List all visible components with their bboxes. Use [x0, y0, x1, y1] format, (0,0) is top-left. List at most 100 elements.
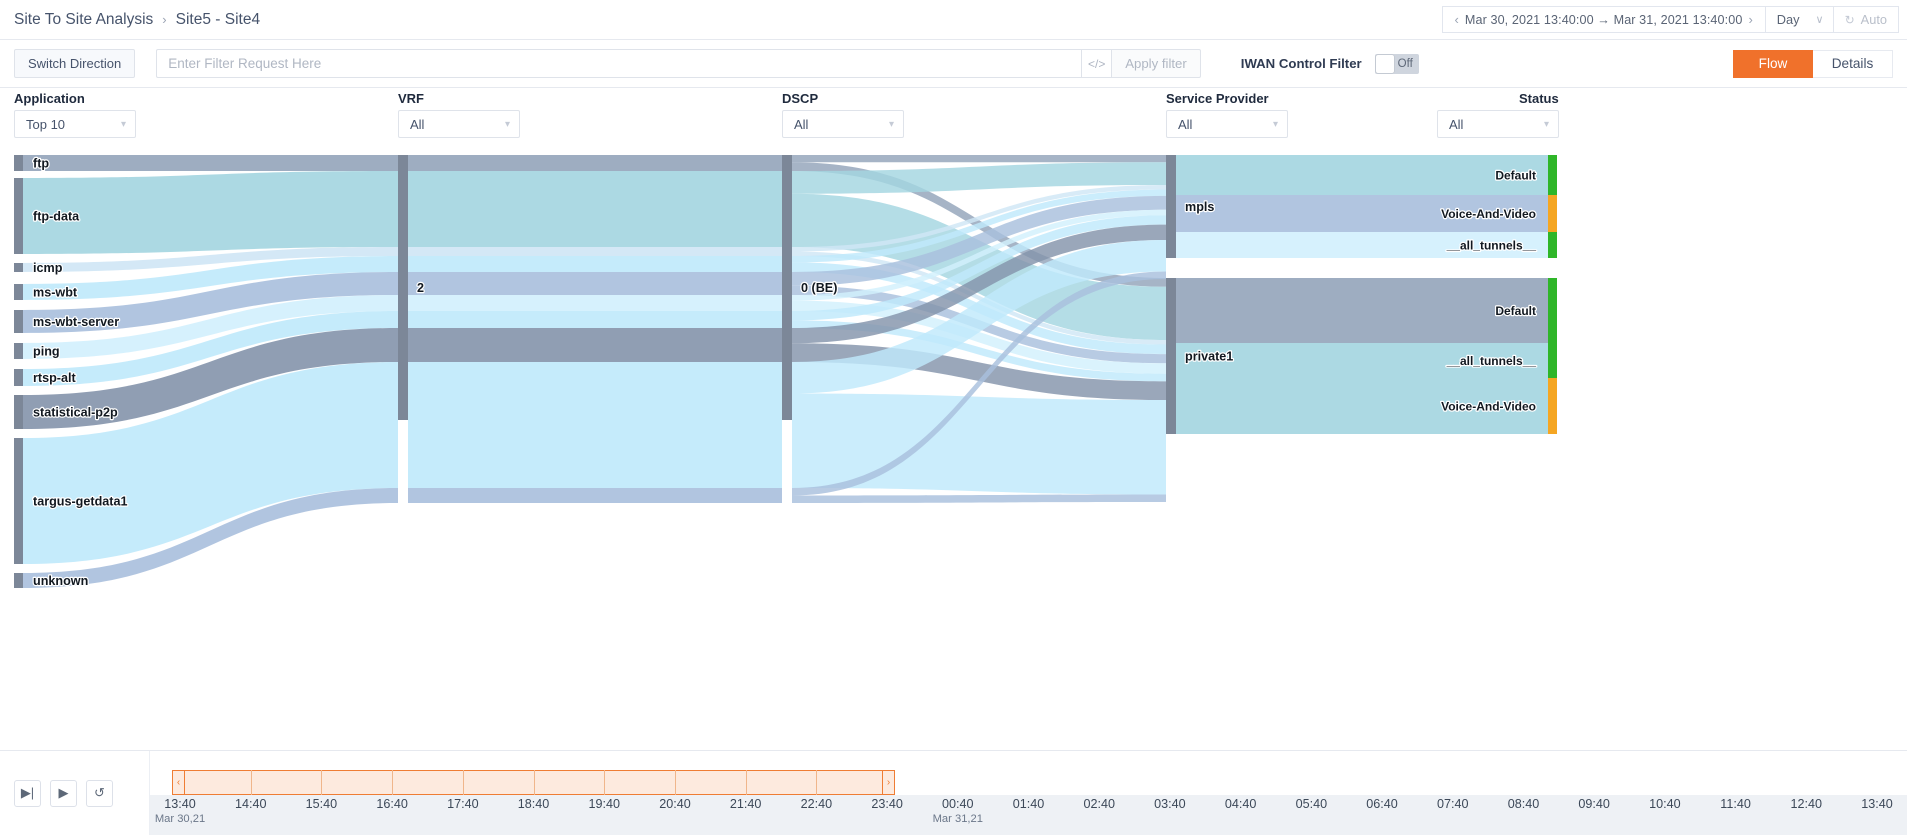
timeline-handle-right[interactable]: ›: [882, 770, 896, 795]
tab-details[interactable]: Details: [1813, 49, 1893, 78]
switch-direction-button[interactable]: Switch Direction: [14, 49, 136, 78]
sankey-node-label[interactable]: statistical-p2p: [32, 404, 119, 420]
toggle-knob: [1375, 54, 1394, 73]
breadcrumb-current[interactable]: Site5 - Site4: [176, 11, 260, 29]
service-provider-select[interactable]: All ▾: [1166, 110, 1288, 138]
timeline-tick-label: 05:40: [1295, 797, 1328, 811]
sankey-node-label[interactable]: ftp: [32, 155, 51, 171]
chevron-down-icon: ▾: [1543, 118, 1549, 130]
timeline-tick-label: 19:40: [588, 797, 621, 811]
sankey-status-label[interactable]: Default: [1494, 303, 1537, 319]
sankey-node-label[interactable]: rtsp-alt: [32, 370, 78, 386]
column-header-service-provider: Service Provider: [1166, 91, 1269, 106]
sankey-status-label[interactable]: __all_tunnels__: [1444, 353, 1537, 369]
status-select[interactable]: All ▾: [1437, 110, 1559, 138]
vrf-select-value: All: [410, 116, 425, 132]
timeline-gridline: [604, 770, 606, 795]
timeline-tick-label: 02:40: [1083, 797, 1115, 811]
timeline-gridline: [321, 770, 323, 795]
chevron-down-icon: ▾: [120, 118, 126, 130]
timeline-tick-label: 03:40: [1154, 797, 1186, 811]
iwan-control-filter-toggle[interactable]: Off: [1374, 53, 1419, 74]
auto-refresh-button[interactable]: ↻ Auto: [1832, 6, 1899, 33]
sankey-status-label[interactable]: Voice-And-Video: [1440, 398, 1537, 414]
timeline-gridline: [250, 770, 252, 795]
timeline-tick-label: 12:40: [1790, 797, 1823, 811]
range-prev-icon[interactable]: ‹: [1449, 12, 1465, 27]
timeline-tick-label: 23:40: [871, 797, 903, 811]
column-header-vrf: VRF: [398, 91, 424, 106]
sankey-node-label[interactable]: ms-wbt-server: [32, 314, 121, 330]
dscp-select[interactable]: All ▾: [782, 110, 904, 138]
sankey-node-label[interactable]: ms-wbt: [32, 284, 79, 300]
sankey-status-label[interactable]: __all_tunnels__: [1444, 237, 1537, 253]
date-range-text: Mar 30, 2021 13:40:00 → Mar 31, 2021 13:…: [1464, 12, 1743, 27]
tab-flow[interactable]: Flow: [1733, 49, 1813, 78]
view-switch: Flow Details: [1733, 49, 1893, 78]
chevron-down-icon: ∨: [1815, 14, 1824, 26]
sankey-node-label[interactable]: 0 (BE): [800, 280, 839, 296]
breadcrumb-root[interactable]: Site To Site Analysis: [14, 11, 153, 29]
sankey-node-label[interactable]: private1: [1184, 348, 1235, 364]
filter-bar: Switch Direction </> Apply filter IWAN C…: [0, 40, 1907, 88]
timeline-tick-label: 18:40: [517, 797, 550, 811]
timeline-tick-date: Mar 30,21: [154, 813, 206, 825]
sankey-node-label[interactable]: 2: [416, 280, 425, 296]
filter-request-input[interactable]: [156, 49, 1082, 78]
filter-input-group: </> Apply filter: [156, 49, 1201, 78]
sankey-node-label[interactable]: icmp: [32, 260, 64, 276]
timeline-gridline: [745, 770, 747, 795]
status-select-value: All: [1449, 116, 1464, 132]
timeline-tick-label: 13:40: [164, 797, 196, 811]
timeline-tick-label: 01:40: [1012, 797, 1045, 811]
breadcrumb: Site To Site Analysis › Site5 - Site4: [14, 11, 260, 29]
reset-icon[interactable]: ↺: [86, 779, 113, 807]
refresh-icon: ↻: [1844, 12, 1855, 27]
timeline-tick-label: 14:40: [234, 797, 267, 811]
sankey-status-label[interactable]: Voice-And-Video: [1440, 206, 1537, 222]
timeline-bar: ▶| ▶ ↺ ‹ › 13:40 Mar 30,21 14:40 15:40 16:40 1…: [0, 750, 1907, 835]
iwan-control-filter: IWAN Control Filter Off: [1240, 53, 1419, 74]
chevron-down-icon: ▾: [888, 118, 894, 130]
apply-filter-button[interactable]: Apply filter: [1112, 49, 1201, 78]
date-range-picker[interactable]: ‹ Mar 30, 2021 13:40:00 → Mar 31, 2021 1…: [1441, 6, 1765, 33]
timeline-scrubber[interactable]: ‹ › 13:40 Mar 30,21 14:40 15:40 16:40 17:40 18:…: [150, 751, 1907, 835]
toggle-state-label: Off: [1397, 57, 1413, 70]
granularity-select[interactable]: Day ∨: [1764, 6, 1833, 33]
timeline-tick-label: 06:40: [1366, 797, 1398, 811]
timeline-tick-label: 10:40: [1649, 797, 1681, 811]
sankey-status-label[interactable]: Default: [1494, 167, 1537, 183]
timeline-tick-label: 20:40: [659, 797, 691, 811]
vrf-select[interactable]: All ▾: [398, 110, 520, 138]
granularity-value: Day: [1776, 12, 1800, 27]
chevron-down-icon: ▾: [504, 118, 510, 130]
code-editor-icon[interactable]: </>: [1081, 49, 1113, 78]
step-forward-icon[interactable]: ▶|: [14, 779, 41, 807]
timeline-gridline: [392, 770, 394, 795]
timeline-handle-left[interactable]: ‹: [172, 770, 185, 795]
timeline-gridline: [533, 770, 535, 795]
play-icon[interactable]: ▶: [50, 779, 77, 807]
application-select-value: Top 10: [26, 116, 66, 132]
timeline-tick-label: 15:40: [305, 797, 338, 811]
timeline-tick-label: 21:40: [729, 797, 762, 811]
timeline-tick-label: 08:40: [1507, 797, 1540, 811]
sankey-node-label[interactable]: ftp-data: [32, 208, 82, 224]
timeline-tick-label: 11:40: [1720, 797, 1751, 811]
timeline-gridline: [462, 770, 464, 795]
range-next-icon[interactable]: ›: [1742, 12, 1758, 27]
timeline-gridline: [816, 770, 818, 795]
service-provider-select-value: All: [1178, 116, 1193, 132]
timeline-tick-label: 00:40: [942, 797, 974, 811]
iwan-control-filter-label: IWAN Control Filter: [1240, 56, 1362, 71]
sankey-node-label[interactable]: targus-getdata1: [32, 493, 129, 509]
sankey-node-label[interactable]: unknown: [32, 573, 90, 589]
timeline-tick-label: 07:40: [1436, 797, 1469, 811]
sankey-node-label[interactable]: ping: [32, 343, 61, 359]
breadcrumb-separator-icon: ›: [162, 12, 167, 27]
timeline-tick-label: 16:40: [376, 797, 408, 811]
sankey-node-label[interactable]: mpls: [1184, 199, 1216, 215]
timeline-tick-date: Mar 31,21: [932, 813, 983, 825]
timeline-tick-label: 22:40: [800, 797, 833, 811]
application-select[interactable]: Top 10 ▾: [14, 110, 136, 138]
